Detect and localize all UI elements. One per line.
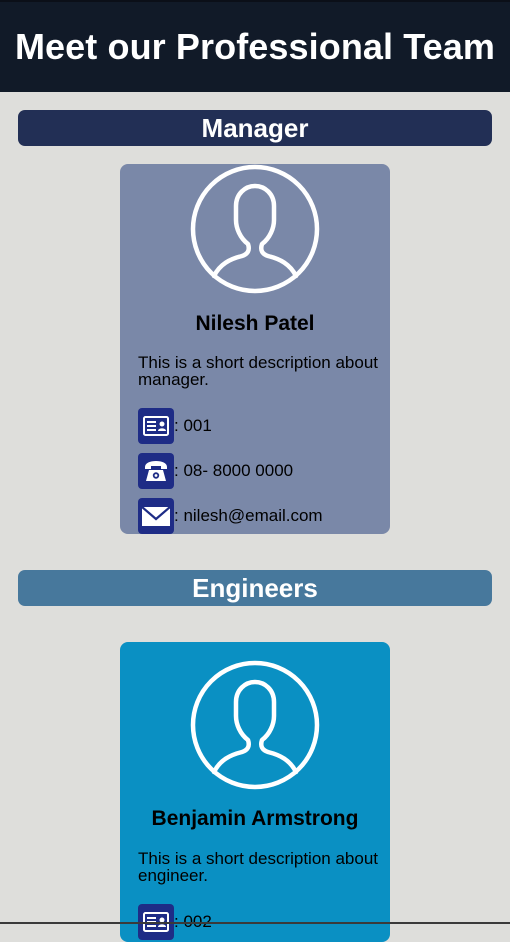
manager-phone-row: : 08- 8000 0000 <box>138 453 293 489</box>
manager-email-row[interactable]: : nilesh@email.com <box>138 498 323 534</box>
engineer-description: This is a short description about engine… <box>138 849 379 885</box>
manager-description: This is a short description about manage… <box>138 353 379 389</box>
manager-section-title: Manager <box>201 112 309 143</box>
id-card-icon <box>138 408 174 444</box>
telephone-icon <box>138 453 174 489</box>
envelope-icon <box>138 498 174 534</box>
user-silhouette-icon <box>190 660 320 790</box>
manager-section-header: Manager <box>18 110 492 146</box>
manager-id: : 001 <box>174 416 212 435</box>
manager-card: Nilesh Patel This is a short description… <box>120 164 390 534</box>
engineers-section-header: Engineers <box>18 570 492 606</box>
engineers-section-title: Engineers <box>192 572 318 603</box>
engineer-name: Benjamin Armstrong <box>151 807 359 830</box>
manager-phone: : 08- 8000 0000 <box>174 461 294 480</box>
manager-email[interactable]: : nilesh@email.com <box>174 506 323 526</box>
page-title: Meet our Professional Team <box>14 26 496 67</box>
manager-id-row: : 001 <box>138 408 212 444</box>
engineer-card: Benjamin Armstrong This is a short descr… <box>120 642 390 942</box>
user-silhouette-icon <box>190 164 320 294</box>
page-header: Meet our Professional Team <box>0 0 510 92</box>
manager-name: Nilesh Patel <box>195 312 315 335</box>
